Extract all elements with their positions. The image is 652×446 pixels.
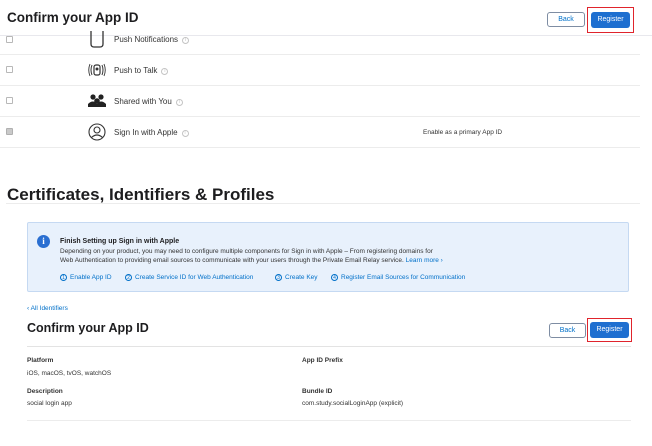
bell-icon xyxy=(90,31,104,48)
banner-text: Web Authentication to providing email so… xyxy=(60,257,443,264)
info-icon[interactable]: i xyxy=(181,130,189,137)
register-button[interactable]: Register xyxy=(591,12,630,28)
info-icon[interactable]: i xyxy=(175,99,183,106)
push-to-talk-icon xyxy=(88,63,106,77)
banner-text: Depending on your product, you may need … xyxy=(60,248,433,255)
capability-row-shared-with-you: Shared with You i xyxy=(0,86,640,117)
capability-row-sign-in-with-apple: Sign In with Apple i Enable as a primary … xyxy=(0,117,640,148)
divider xyxy=(27,420,631,421)
register-button[interactable]: Register xyxy=(590,322,629,338)
description-value: social login app xyxy=(27,400,72,407)
step-link-create-key[interactable]: 3 Create Key xyxy=(275,274,318,281)
capability-checkbox[interactable] xyxy=(6,66,13,73)
person-circle-icon xyxy=(88,123,106,141)
capability-label: Push Notifications i xyxy=(114,35,190,44)
info-icon[interactable]: i xyxy=(182,37,190,44)
capability-label: Push to Talk i xyxy=(114,66,169,75)
platform-value: iOS, macOS, tvOS, watchOS xyxy=(27,370,112,377)
description-label: Description xyxy=(27,388,63,395)
banner-title: Finish Setting up Sign in with Apple xyxy=(60,238,180,245)
divider xyxy=(6,203,640,204)
info-banner: i Finish Setting up Sign in with Apple D… xyxy=(27,222,629,292)
section-title: Certificates, Identifiers & Profiles xyxy=(7,185,275,204)
capability-label: Sign In with Apple i xyxy=(114,128,189,137)
back-button[interactable]: Back xyxy=(547,12,585,27)
back-button[interactable]: Back xyxy=(549,323,586,338)
bundle-id-label: Bundle ID xyxy=(302,388,333,395)
people-icon xyxy=(88,94,106,107)
capability-checkbox[interactable] xyxy=(6,36,13,43)
capability-checkbox[interactable] xyxy=(6,128,13,135)
app-id-prefix-label: App ID Prefix xyxy=(302,357,343,364)
capability-row-push-to-talk: Push to Talk i xyxy=(0,55,640,86)
bundle-id-value: com.study.socialLoginApp (explicit) xyxy=(302,400,404,407)
breadcrumb[interactable]: ‹ All Identifiers xyxy=(27,305,68,312)
step-link-register-email-sources[interactable]: 4 Register Email Sources for Communicatio… xyxy=(331,274,465,281)
platform-label: Platform xyxy=(27,357,54,364)
capability-row-push-notifications: Push Notifications i xyxy=(0,30,640,55)
page-title: Confirm your App ID xyxy=(7,10,139,25)
divider xyxy=(27,346,631,347)
capability-option[interactable]: Enable as a primary App ID xyxy=(423,129,502,136)
info-icon[interactable]: i xyxy=(161,68,169,75)
step-link-create-service-id[interactable]: 2 Create Service ID for Web Authenticatio… xyxy=(125,274,253,281)
confirm-title: Confirm your App ID xyxy=(27,321,149,335)
info-icon: i xyxy=(37,235,50,248)
capability-label: Shared with You i xyxy=(114,97,183,106)
learn-more-link[interactable]: Learn more › xyxy=(406,257,443,264)
step-link-enable-app-id[interactable]: 1 Enable App ID xyxy=(60,274,112,281)
capability-checkbox[interactable] xyxy=(6,97,13,104)
